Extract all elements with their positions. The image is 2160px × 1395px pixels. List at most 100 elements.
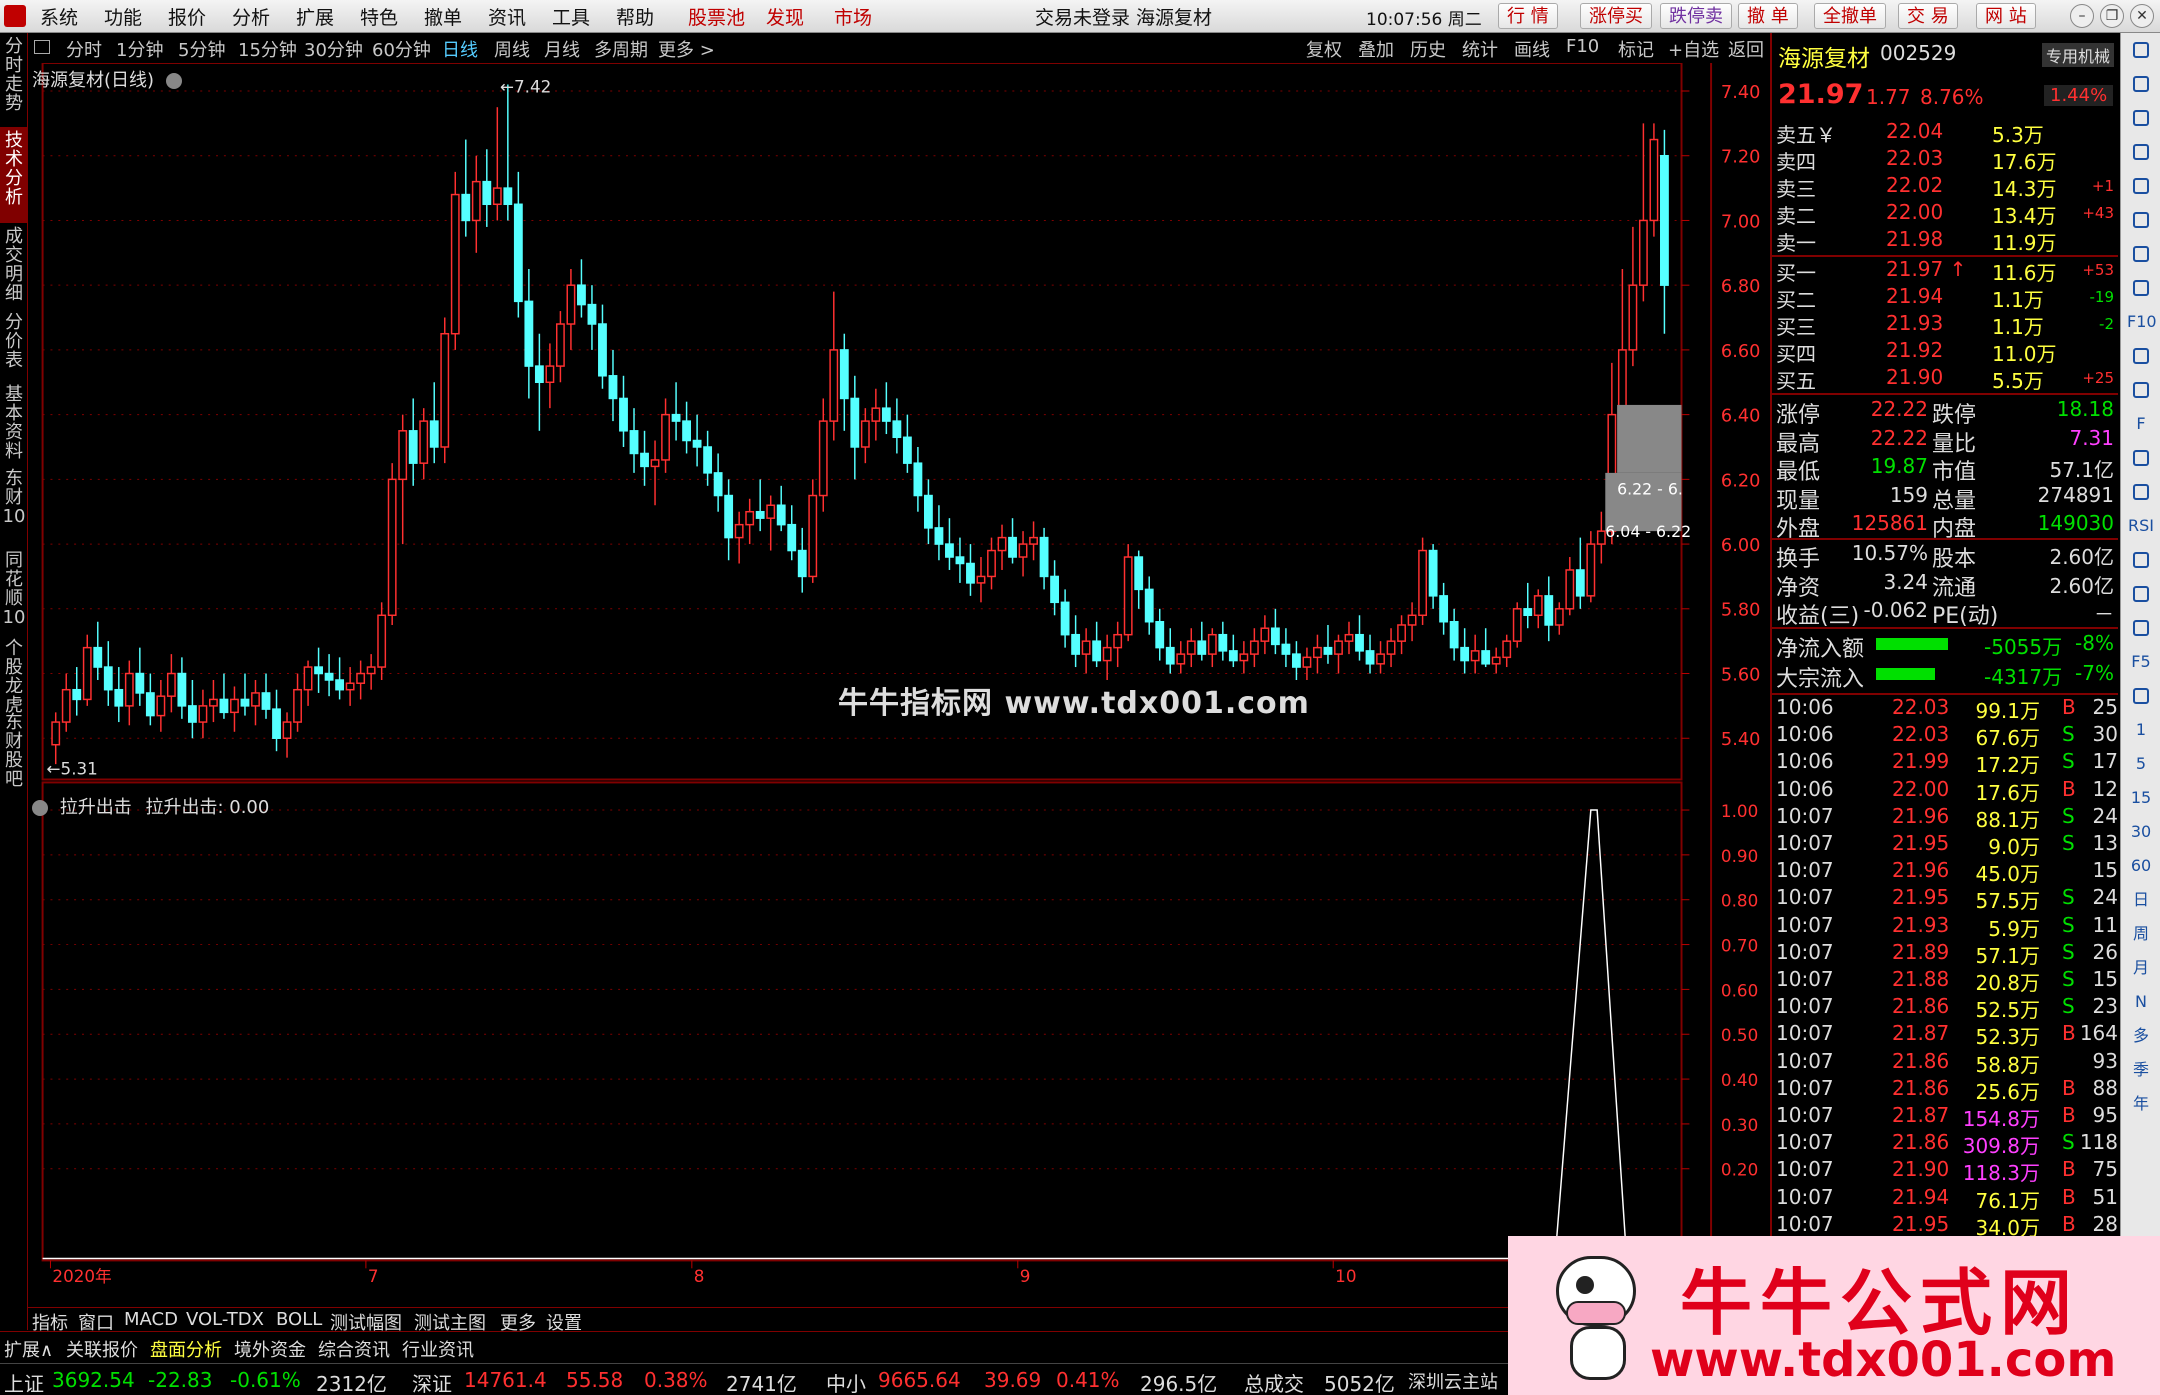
indicator-toggle-icon[interactable] [32,800,48,816]
period-shortcut-5[interactable]: 5 [2127,751,2155,777]
left-tab-5[interactable]: 东财10 [0,465,28,547]
left-tab-2[interactable]: 成交明细 [0,223,28,309]
period-shortcut-月[interactable]: 月 [2127,955,2155,981]
quick-btn-0[interactable]: 行 情 [1498,3,1558,29]
ext-tab-2[interactable]: 盘面分析 [150,1336,222,1362]
menu-8[interactable]: 工具 [552,3,590,30]
menu-7[interactable]: 资讯 [488,3,526,30]
period-shortcut-周[interactable]: 周 [2127,921,2155,947]
ext-tab-3[interactable]: 境外资金 [234,1336,306,1362]
period-1[interactable]: 1分钟 [116,36,163,62]
indicator-tab-2[interactable]: MACD [124,1309,178,1330]
period-8[interactable]: 月线 [544,36,580,62]
menu-6[interactable]: 撤单 [424,3,462,30]
left-tab-7[interactable]: 个股龙虎 [0,635,28,715]
period-shortcut-N[interactable]: N [2127,989,2155,1015]
ext-tab-0[interactable]: 扩展∧ [4,1336,53,1362]
quick-btn-1[interactable]: 涨停买 [1580,3,1652,29]
title-dropdown-icon[interactable] [165,73,182,89]
period-shortcut-RSI[interactable]: RSI [2127,513,2155,539]
sz-label[interactable]: 深证 [412,1368,452,1395]
list-icon[interactable] [2127,275,2155,301]
minimize-button[interactable]: – [2070,4,2094,28]
book-icon[interactable] [2127,139,2155,165]
tool-8[interactable]: 返回 [1728,36,1764,62]
restore-button[interactable]: ❐ [2100,4,2124,28]
quick-btn-5[interactable]: 交 易 [1898,3,1958,29]
period-3[interactable]: 15分钟 [238,36,297,62]
arrow-down-icon[interactable] [2127,105,2155,131]
period-shortcut-30[interactable]: 30 [2127,819,2155,845]
bid-row-2[interactable]: 买三 21.93 1.1万 -2 [1774,311,2120,339]
server-name[interactable]: 深圳云主站 [1408,1368,1498,1394]
period-shortcut-年[interactable]: 年 [2127,1091,2155,1117]
sh-label[interactable]: 上证 [4,1368,44,1395]
quick-btn-2[interactable]: 跌停卖 [1660,3,1732,29]
period-7[interactable]: 周线 [494,36,530,62]
period-10[interactable]: 更多 > [658,36,715,62]
period-4[interactable]: 30分钟 [304,36,363,62]
tool-1[interactable]: 叠加 [1358,36,1394,62]
ask-row-1[interactable]: 卖四 22.03 17.6万 [1774,146,2120,174]
menu-red-0[interactable]: 股票池 [688,3,745,30]
menu-2[interactable]: 报价 [168,3,206,30]
period-shortcut-季[interactable]: 季 [2127,1057,2155,1083]
arrow-up-icon[interactable] [2127,37,2155,63]
menu-4[interactable]: 扩展 [296,3,334,30]
tool-4[interactable]: 画线 [1514,36,1550,62]
tool-2[interactable]: 历史 [1410,36,1446,62]
period-9[interactable]: 多周期 [594,36,648,62]
left-tab-8[interactable]: 东财股吧 [0,709,28,819]
close-button[interactable]: ✕ [2130,4,2154,28]
move-icon[interactable] [2127,581,2155,607]
fire-icon[interactable] [2127,547,2155,573]
tool-7[interactable]: +自选 [1668,36,1719,62]
news-icon[interactable] [2127,343,2155,369]
bid-row-3[interactable]: 买四 21.92 11.0万 [1774,338,2120,366]
line-icon[interactable] [2127,479,2155,505]
menu-3[interactable]: 分析 [232,3,270,30]
left-tab-0[interactable]: 分时走势 [0,33,28,127]
period-shortcut-多[interactable]: 多 [2127,1023,2155,1049]
ask-row-4[interactable]: 卖一 21.98 11.9万 [1774,227,2120,255]
arrow-up-icon[interactable] [2127,71,2155,97]
left-tab-4[interactable]: 基本资料 [0,381,28,465]
period-shortcut-1[interactable]: 1 [2127,717,2155,743]
tool-5[interactable]: F10 [1566,36,1599,57]
left-tab-1[interactable]: 技术分析 [0,127,28,223]
pen-icon[interactable] [2127,615,2155,641]
tool-0[interactable]: 复权 [1306,36,1342,62]
period-shortcut-日[interactable]: 日 [2127,887,2155,913]
grid-icon[interactable] [2127,173,2155,199]
ext-tab-4[interactable]: 综合资讯 [318,1336,390,1362]
tool-6[interactable]: 标记 [1618,36,1654,62]
menu-0[interactable]: 系统 [40,3,78,30]
ext-tab-1[interactable]: 关联报价 [66,1336,138,1362]
bid-row-4[interactable]: 买五 21.90 5.5万 +25 [1774,365,2120,393]
period-5[interactable]: 60分钟 [372,36,431,62]
ask-row-2[interactable]: 卖三 22.02 14.3万 +1 [1774,173,2120,201]
quick-btn-3[interactable]: 撤 单 [1738,3,1798,29]
period-shortcut-F10[interactable]: F10 [2127,309,2157,335]
menu-1[interactable]: 功能 [104,3,142,30]
menu-9[interactable]: 帮助 [616,3,654,30]
menu-red-1[interactable]: 发现 [766,3,804,30]
bid-row-0[interactable]: 买一 21.97 ↑ 11.6万 +53 [1774,257,2120,285]
quick-btn-4[interactable]: 全撤单 [1814,3,1886,29]
menu-5[interactable]: 特色 [360,3,398,30]
period-6[interactable]: 日线 [442,36,478,62]
chart-icon[interactable] [2127,207,2155,233]
left-tab-6[interactable]: 同花顺10 [0,547,28,635]
quick-btn-6[interactable]: 网 站 [1976,3,2036,29]
period-0[interactable]: 分时 [66,36,102,62]
bid-row-1[interactable]: 买二 21.94 1.1万 -19 [1774,284,2120,312]
industry-tag[interactable]: 专用机械 [2042,43,2115,67]
period-shortcut-15[interactable]: 15 [2127,785,2155,811]
kline-chart[interactable]: ←7.42 ←5.31 6.22 - 6. 6.04 - 6.22 7.40 7.20 7… [28,63,1770,1289]
candle-icon[interactable] [2127,241,2155,267]
ext-tab-5[interactable]: 行业资讯 [402,1336,474,1362]
pic-icon[interactable] [2127,683,2155,709]
period-shortcut-F[interactable]: F [2127,411,2155,437]
toggle-panel-icon[interactable] [34,40,50,54]
ask-row-3[interactable]: 卖二 22.00 13.4万 +43 [1774,200,2120,228]
